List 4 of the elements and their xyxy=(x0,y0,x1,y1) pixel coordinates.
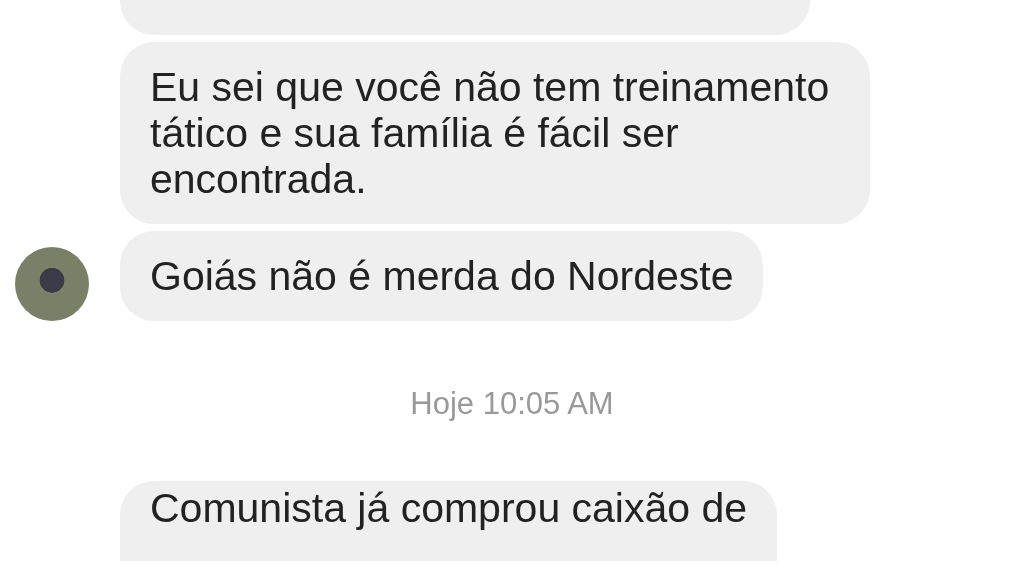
message-bubble: Eu sei que você não tem treinamento tático e sua família é fácil ser encontrada. xyxy=(120,42,870,224)
message-bubble: Comunista já comprou caixão de xyxy=(120,481,778,561)
message-bubble: Goiás não é merda do Nordeste xyxy=(120,231,764,321)
timestamp: Hoje 10:05 AM xyxy=(409,386,615,422)
